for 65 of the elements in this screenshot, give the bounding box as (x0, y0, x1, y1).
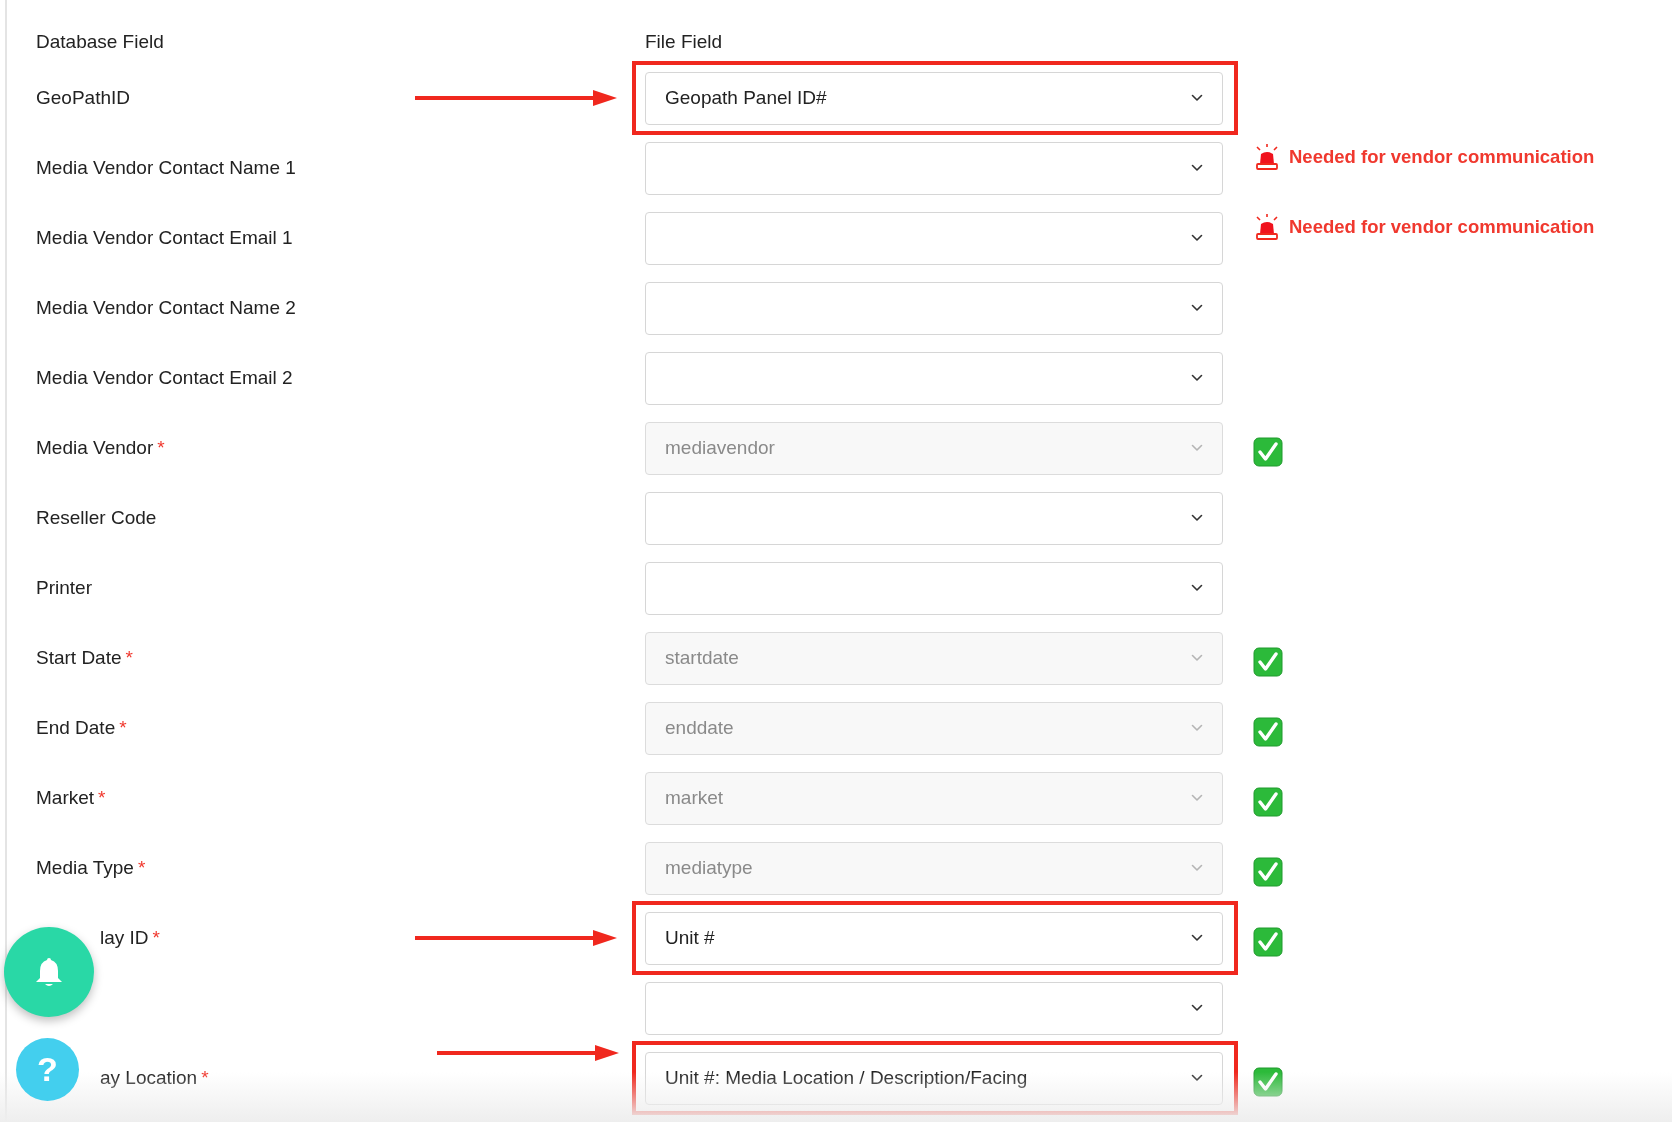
required-asterisk: * (137, 855, 146, 880)
field-label: Reseller Code (36, 505, 157, 530)
field-label: Start Date (36, 645, 122, 670)
dropdown-select[interactable] (645, 141, 1223, 195)
chevron-down-icon (1191, 864, 1203, 872)
chevron-down-icon (1191, 444, 1203, 452)
field-label: GeoPathID (36, 85, 130, 110)
field-label: Media Vendor Contact Name 1 (36, 155, 296, 180)
dropdown-select[interactable]: Geopath Panel ID# (645, 71, 1223, 125)
column-header: Database Field (36, 29, 165, 54)
checkmark-icon (1253, 647, 1283, 677)
checkmark-icon (1253, 927, 1283, 957)
chevron-down-icon (1191, 234, 1203, 242)
bell-icon (34, 956, 64, 988)
required-asterisk: * (201, 1065, 209, 1090)
field-label: ay Location (100, 1065, 198, 1090)
field-label: End Date (36, 715, 116, 740)
arrow-icon (415, 930, 617, 946)
dropdown-select[interactable]: Unit # (645, 911, 1223, 965)
arrow-icon (415, 90, 617, 106)
field-label: Media Vendor Contact Email 1 (36, 225, 293, 250)
chevron-down-icon (1191, 164, 1203, 172)
dropdown-select[interactable] (645, 351, 1223, 405)
chevron-down-icon (1191, 514, 1203, 522)
column-header: File Field (645, 29, 723, 54)
dropdown-select[interactable] (645, 561, 1223, 615)
checkmark-icon (1253, 437, 1283, 467)
notifications-button[interactable] (4, 927, 94, 1017)
checkmark-icon (1253, 857, 1283, 887)
chevron-down-icon (1191, 794, 1203, 802)
checkmark-icon (1253, 717, 1283, 747)
chevron-down-icon (1191, 94, 1203, 102)
warning-message: Needed for vendor communication (1289, 215, 1595, 240)
field-label: Media Vendor Contact Email 2 (36, 365, 293, 390)
warning-message: Needed for vendor communication (1289, 145, 1595, 170)
field-label: Media Type (36, 855, 134, 880)
field-label: Media Vendor Contact Name 2 (36, 295, 296, 320)
chevron-down-icon (1191, 584, 1203, 592)
required-asterisk: * (152, 925, 160, 950)
field-label: Printer (36, 575, 92, 600)
siren-icon (1253, 213, 1281, 241)
chevron-down-icon (1191, 654, 1203, 662)
field-label: Market (36, 785, 95, 810)
required-asterisk: * (119, 715, 127, 740)
dropdown-select[interactable] (645, 981, 1223, 1035)
dropdown-select[interactable] (645, 211, 1223, 265)
siren-icon (1253, 143, 1281, 171)
arrow-icon (437, 1045, 619, 1061)
dropdown-select[interactable] (645, 491, 1223, 545)
field-label: Media Vendor (36, 435, 154, 460)
required-asterisk: * (98, 785, 106, 810)
dropdown-select[interactable] (645, 281, 1223, 335)
chevron-down-icon (1191, 934, 1203, 942)
chevron-down-icon (1191, 724, 1203, 732)
help-button[interactable]: ? (16, 1038, 79, 1101)
chevron-down-icon (1191, 1004, 1203, 1012)
checkmark-icon (1253, 1067, 1283, 1097)
required-asterisk: * (125, 645, 133, 670)
checkmark-icon (1253, 787, 1283, 817)
required-asterisk: * (157, 435, 165, 460)
field-label: lay ID (100, 925, 149, 950)
chevron-down-icon (1191, 374, 1203, 382)
chevron-down-icon (1191, 1074, 1203, 1082)
dropdown-select[interactable]: Unit #: Media Location / Description/Facing (645, 1051, 1223, 1105)
chevron-down-icon (1191, 304, 1203, 312)
